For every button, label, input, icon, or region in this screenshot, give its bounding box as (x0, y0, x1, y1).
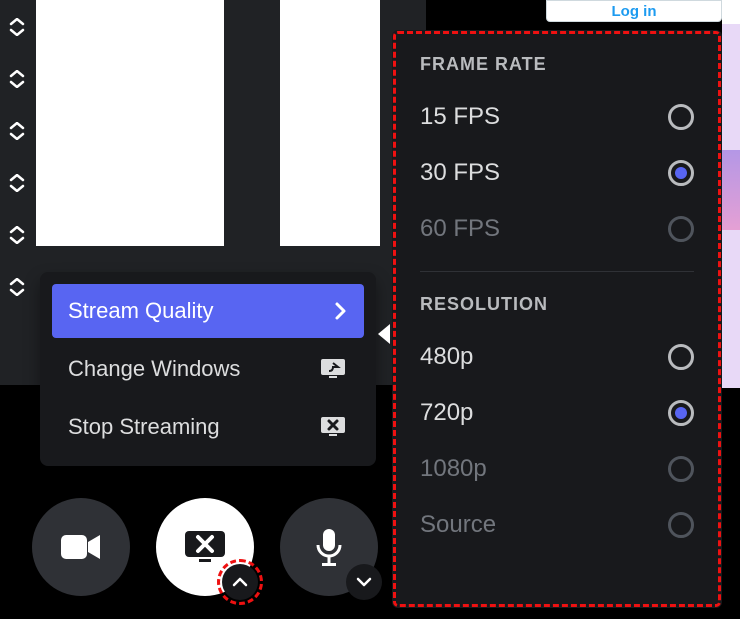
camera-icon (60, 532, 102, 562)
camera-button[interactable] (32, 498, 130, 596)
resolution-option-480p[interactable]: 480p (420, 329, 694, 385)
option-label: 1080p (420, 455, 487, 483)
share-screen-icon (320, 357, 348, 381)
caret-pair-icon (9, 226, 25, 244)
caret-pair-icon (9, 70, 25, 88)
caret-pair-icon (9, 174, 25, 192)
option-label: 30 FPS (420, 159, 500, 187)
menu-item-stop-streaming[interactable]: Stop Streaming (52, 400, 364, 454)
stop-screen-icon (320, 415, 348, 439)
caret-pair-icon (9, 122, 25, 140)
chevron-up-icon (232, 577, 248, 587)
call-controls (32, 498, 378, 596)
resolution-option-1080p: 1080p (420, 441, 694, 497)
login-label: Log in (612, 3, 657, 20)
resolution-option-source: Source (420, 497, 694, 553)
option-label: 60 FPS (420, 215, 500, 243)
background-content (722, 0, 740, 388)
chevron-right-icon (334, 301, 348, 321)
left-gutter (0, 0, 34, 385)
radio-icon-selected (668, 400, 694, 426)
frame-rate-option-60: 60 FPS (420, 201, 694, 257)
option-label: 720p (420, 399, 473, 427)
stream-context-menu: Stream Quality Change Windows Stop Strea… (40, 272, 376, 466)
resolution-option-720p[interactable]: 720p (420, 385, 694, 441)
screen-share-options-toggle[interactable] (222, 564, 258, 600)
microphone-options-toggle[interactable] (346, 564, 382, 600)
frame-rate-option-15[interactable]: 15 FPS (420, 89, 694, 145)
caret-pair-icon (9, 278, 25, 296)
menu-item-label: Change Windows (68, 356, 240, 382)
stream-tile (36, 0, 224, 246)
radio-icon (668, 456, 694, 482)
stream-quality-submenu: Frame Rate 15 FPS 30 FPS 60 FPS Resoluti… (392, 30, 722, 608)
radio-icon (668, 216, 694, 242)
resolution-header: Resolution (420, 294, 694, 315)
menu-item-stream-quality[interactable]: Stream Quality (52, 284, 364, 338)
menu-item-label: Stream Quality (68, 298, 214, 324)
microphone-button[interactable] (280, 498, 378, 596)
submenu-pointer-icon (374, 320, 392, 353)
menu-item-change-windows[interactable]: Change Windows (52, 342, 364, 396)
microphone-icon (314, 527, 344, 567)
radio-icon (668, 512, 694, 538)
caret-pair-icon (9, 18, 25, 36)
frame-rate-option-30[interactable]: 30 FPS (420, 145, 694, 201)
divider (420, 271, 694, 272)
stream-tile (280, 0, 380, 246)
radio-icon-selected (668, 160, 694, 186)
radio-icon (668, 344, 694, 370)
screen-share-stop-icon (183, 529, 227, 565)
option-label: 15 FPS (420, 103, 500, 131)
login-button[interactable]: Log in (546, 0, 722, 22)
frame-rate-header: Frame Rate (420, 54, 694, 75)
option-label: Source (420, 511, 496, 539)
chevron-down-icon (356, 577, 372, 587)
option-label: 480p (420, 343, 473, 371)
menu-item-label: Stop Streaming (68, 414, 220, 440)
screen-share-button[interactable] (156, 498, 254, 596)
radio-icon (668, 104, 694, 130)
